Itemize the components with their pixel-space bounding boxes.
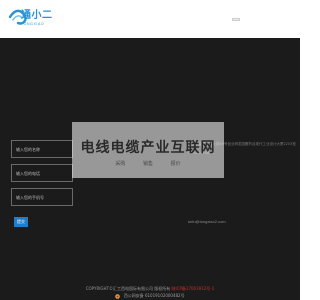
overlay-link-purchase[interactable]: 采购 <box>115 161 125 167</box>
police-badge-icon <box>115 293 121 299</box>
phone-input[interactable] <box>11 164 73 182</box>
icp-link[interactable]: 陕ICP备17003912号-1 <box>172 286 215 291</box>
logo-cn-text: 通小二 <box>21 10 53 21</box>
footer-police-record: 西公网安备 61019102000482号 <box>0 293 300 299</box>
overlay-banner: 电线电缆产业互联网 采购 销售 报价 <box>72 122 224 178</box>
logo-text[interactable]: 通小二 TONGXIAO <box>21 6 53 26</box>
overlay-link-sales[interactable]: 销售 <box>143 161 153 167</box>
logo-en-text: TONGXIAO <box>21 22 45 26</box>
submit-button[interactable]: 提交 <box>14 217 28 227</box>
overlay-links: 采购 销售 报价 <box>72 160 224 167</box>
mobile-input[interactable] <box>11 188 73 206</box>
footer-copyright: COPYRIGHT©汇工西电国际有限公司 版权所有 陕ICP备17003912号… <box>0 286 300 292</box>
overlay-title: 电线电缆产业互联网 <box>80 140 216 156</box>
police-record-text[interactable]: 西公网安备 61019102000482号 <box>124 293 185 298</box>
copyright-text: COPYRIGHT©汇工西电国际有限公司 版权所有 <box>85 286 171 291</box>
site-header: 通小二 TONGXIAO <box>0 0 300 38</box>
contact-email[interactable]: kefu@tongxiao2.com <box>188 219 226 224</box>
menu-icon[interactable] <box>232 18 240 21</box>
name-input[interactable] <box>11 140 73 158</box>
overlay-link-quote[interactable]: 报价 <box>171 161 181 167</box>
